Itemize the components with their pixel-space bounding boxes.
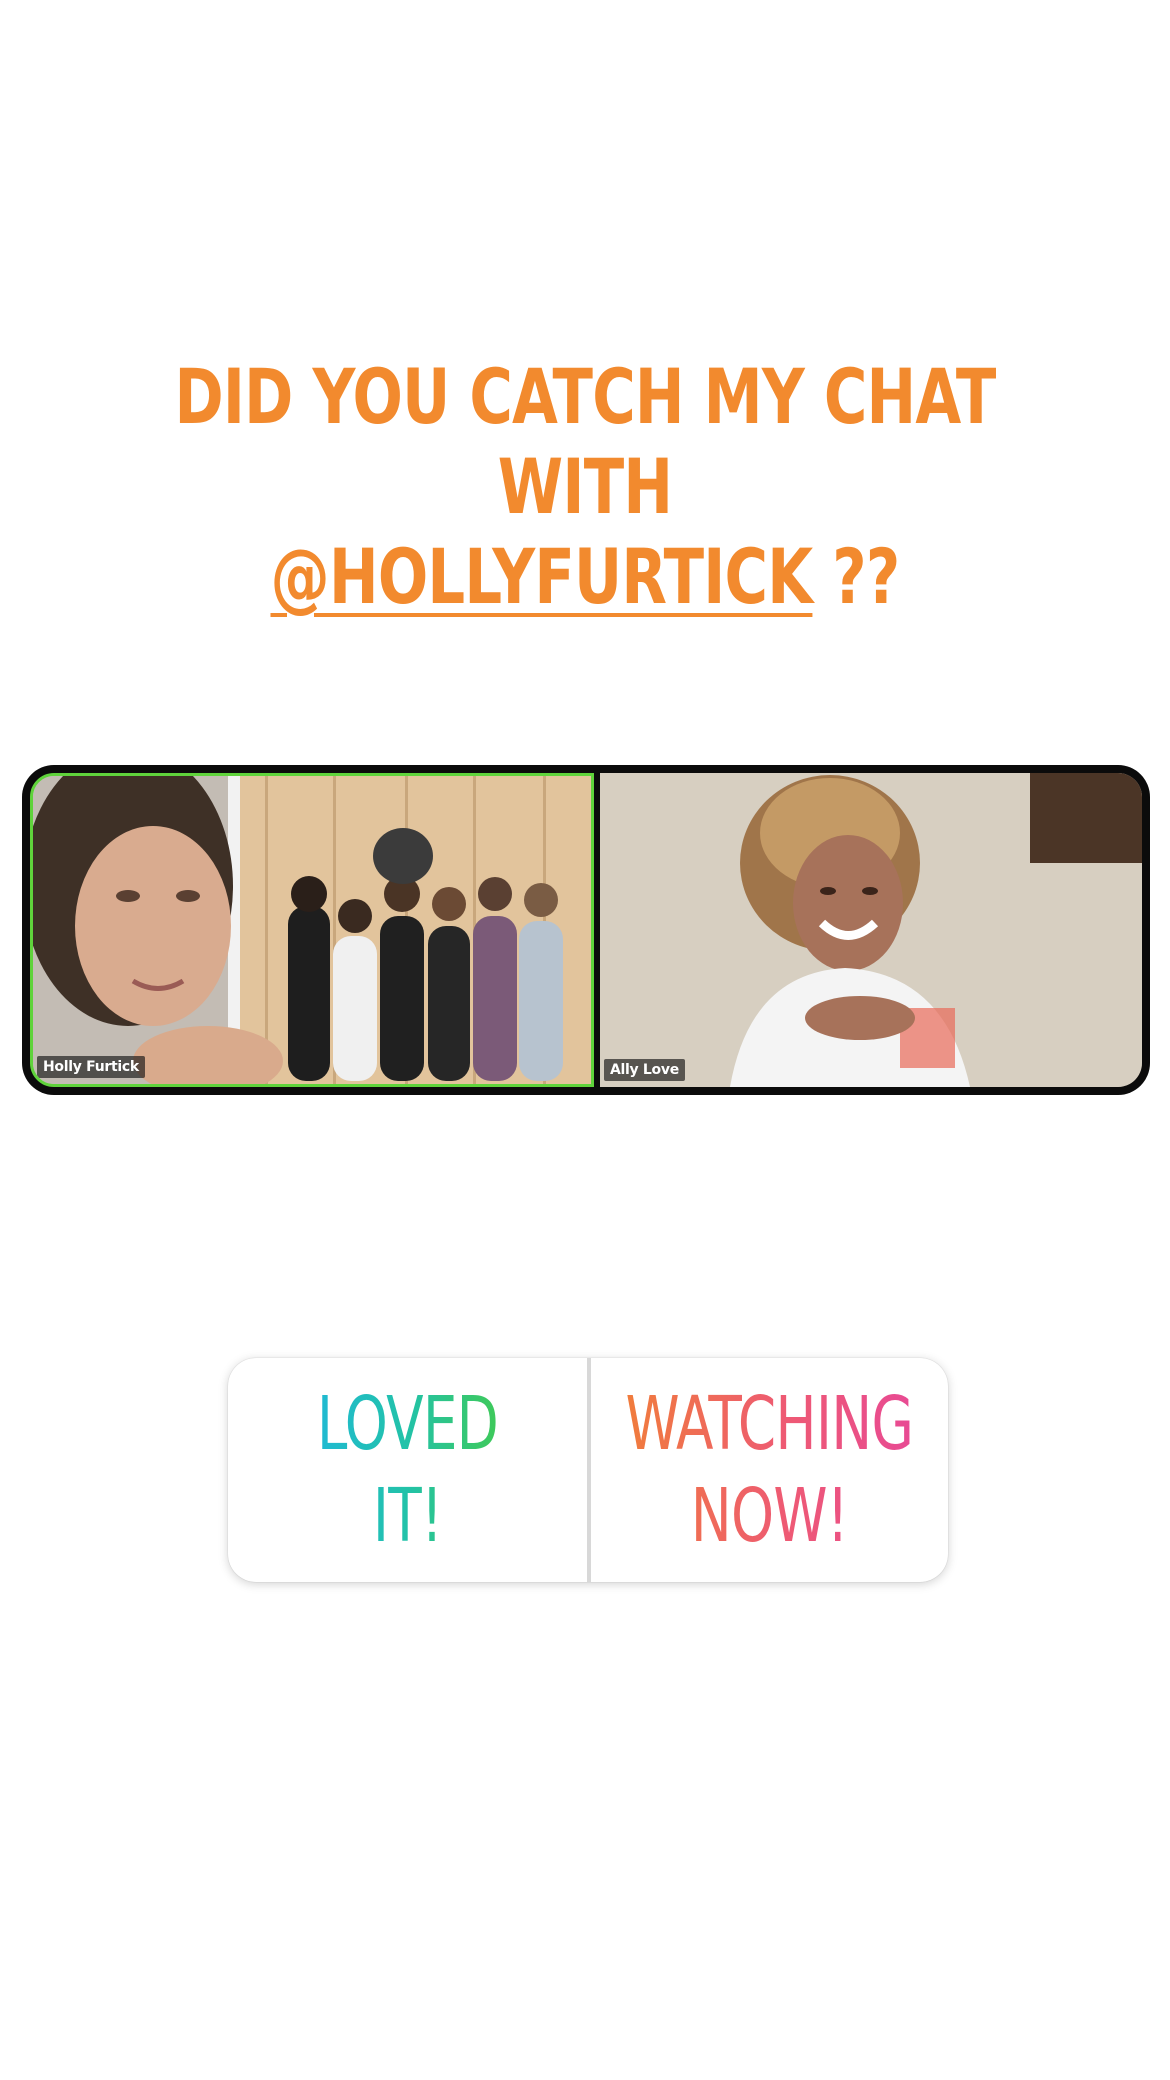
poll-option-b-label: WATCHING NOW! [626,1378,914,1562]
poll-sticker: LOVED IT! WATCHING NOW! [228,1358,948,1582]
ally-video-frame [600,773,1142,1087]
participant-name-label: Ally Love [604,1059,685,1081]
headline-suffix: ?? [812,532,900,621]
poll-option-watching-now[interactable]: WATCHING NOW! [591,1358,948,1582]
story-headline: DID YOU CATCH MY CHAT WITH @HOLLYFURTICK… [129,352,1042,622]
headline-line-1: DID YOU CATCH MY CHAT WITH [174,352,996,531]
video-call-screenshot: Holly Furtick Ally Love [22,765,1150,1095]
mention-link[interactable]: @HOLLYFURTICK [270,532,813,621]
participant-tile-ally: Ally Love [600,773,1142,1087]
participant-tile-holly: Holly Furtick [30,773,594,1087]
headline-line-2: @HOLLYFURTICK ?? [129,532,1042,622]
poll-option-loved-it[interactable]: LOVED IT! [228,1358,587,1582]
holly-video-frame [33,776,591,1084]
participant-name-label: Holly Furtick [37,1056,145,1078]
poll-option-a-label: LOVED IT! [275,1378,541,1562]
